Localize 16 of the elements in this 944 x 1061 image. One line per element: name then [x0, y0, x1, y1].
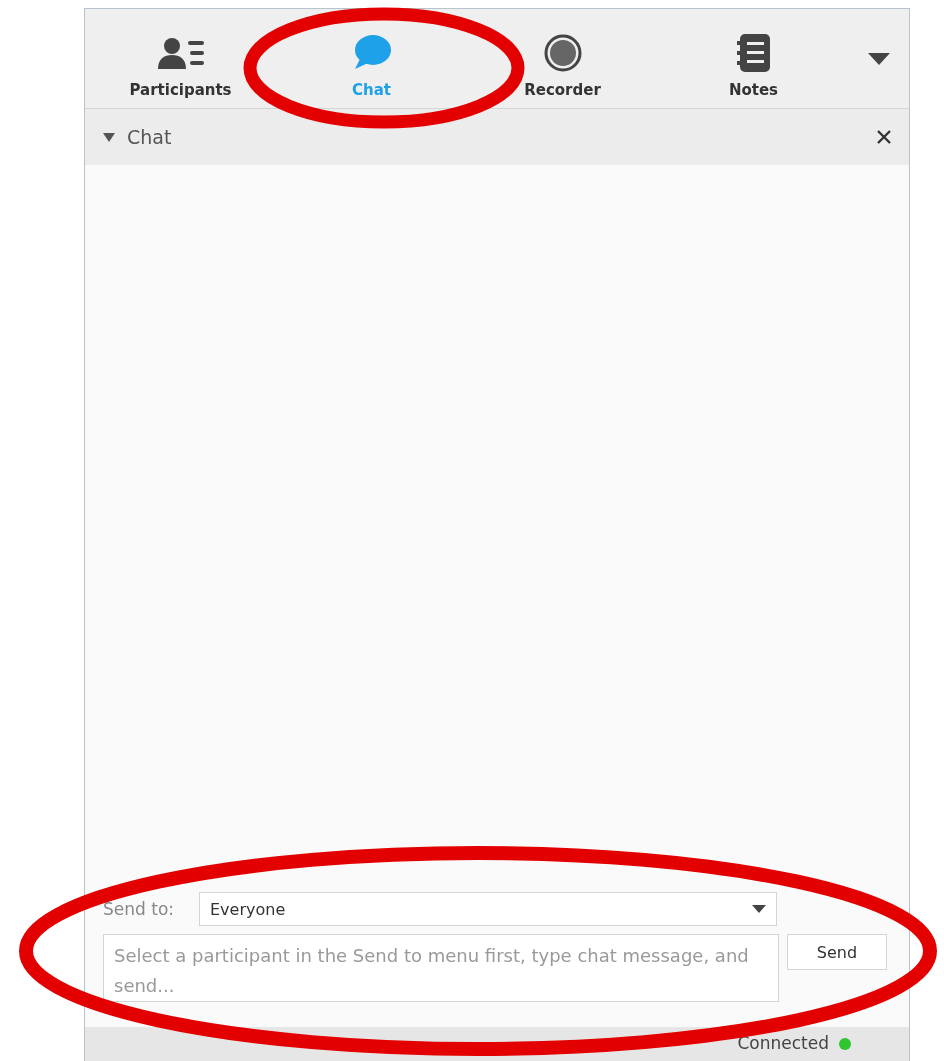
send-to-label: Send to: [103, 899, 175, 919]
close-icon[interactable] [877, 130, 891, 144]
collapse-caret-icon[interactable] [103, 132, 115, 142]
toolbar-tab[interactable]: Participants [85, 9, 276, 108]
recipient-dropdown[interactable]: Everyone [199, 892, 777, 926]
person-list-icon [157, 36, 204, 69]
toolbar-tab[interactable]: Recorder [467, 9, 658, 108]
record-icon [543, 33, 582, 72]
caret-icon [868, 52, 890, 65]
message-input[interactable]: Select a participant in the Send to menu first, type chat message, and send... [103, 934, 779, 1002]
panel-title: Chat [127, 126, 173, 148]
send-button[interactable]: Send [787, 934, 887, 970]
caret-icon [752, 905, 766, 913]
status-text: Connected [737, 1033, 829, 1053]
notebook-icon [736, 33, 771, 72]
toolbar-tab[interactable]: Notes [658, 9, 849, 108]
